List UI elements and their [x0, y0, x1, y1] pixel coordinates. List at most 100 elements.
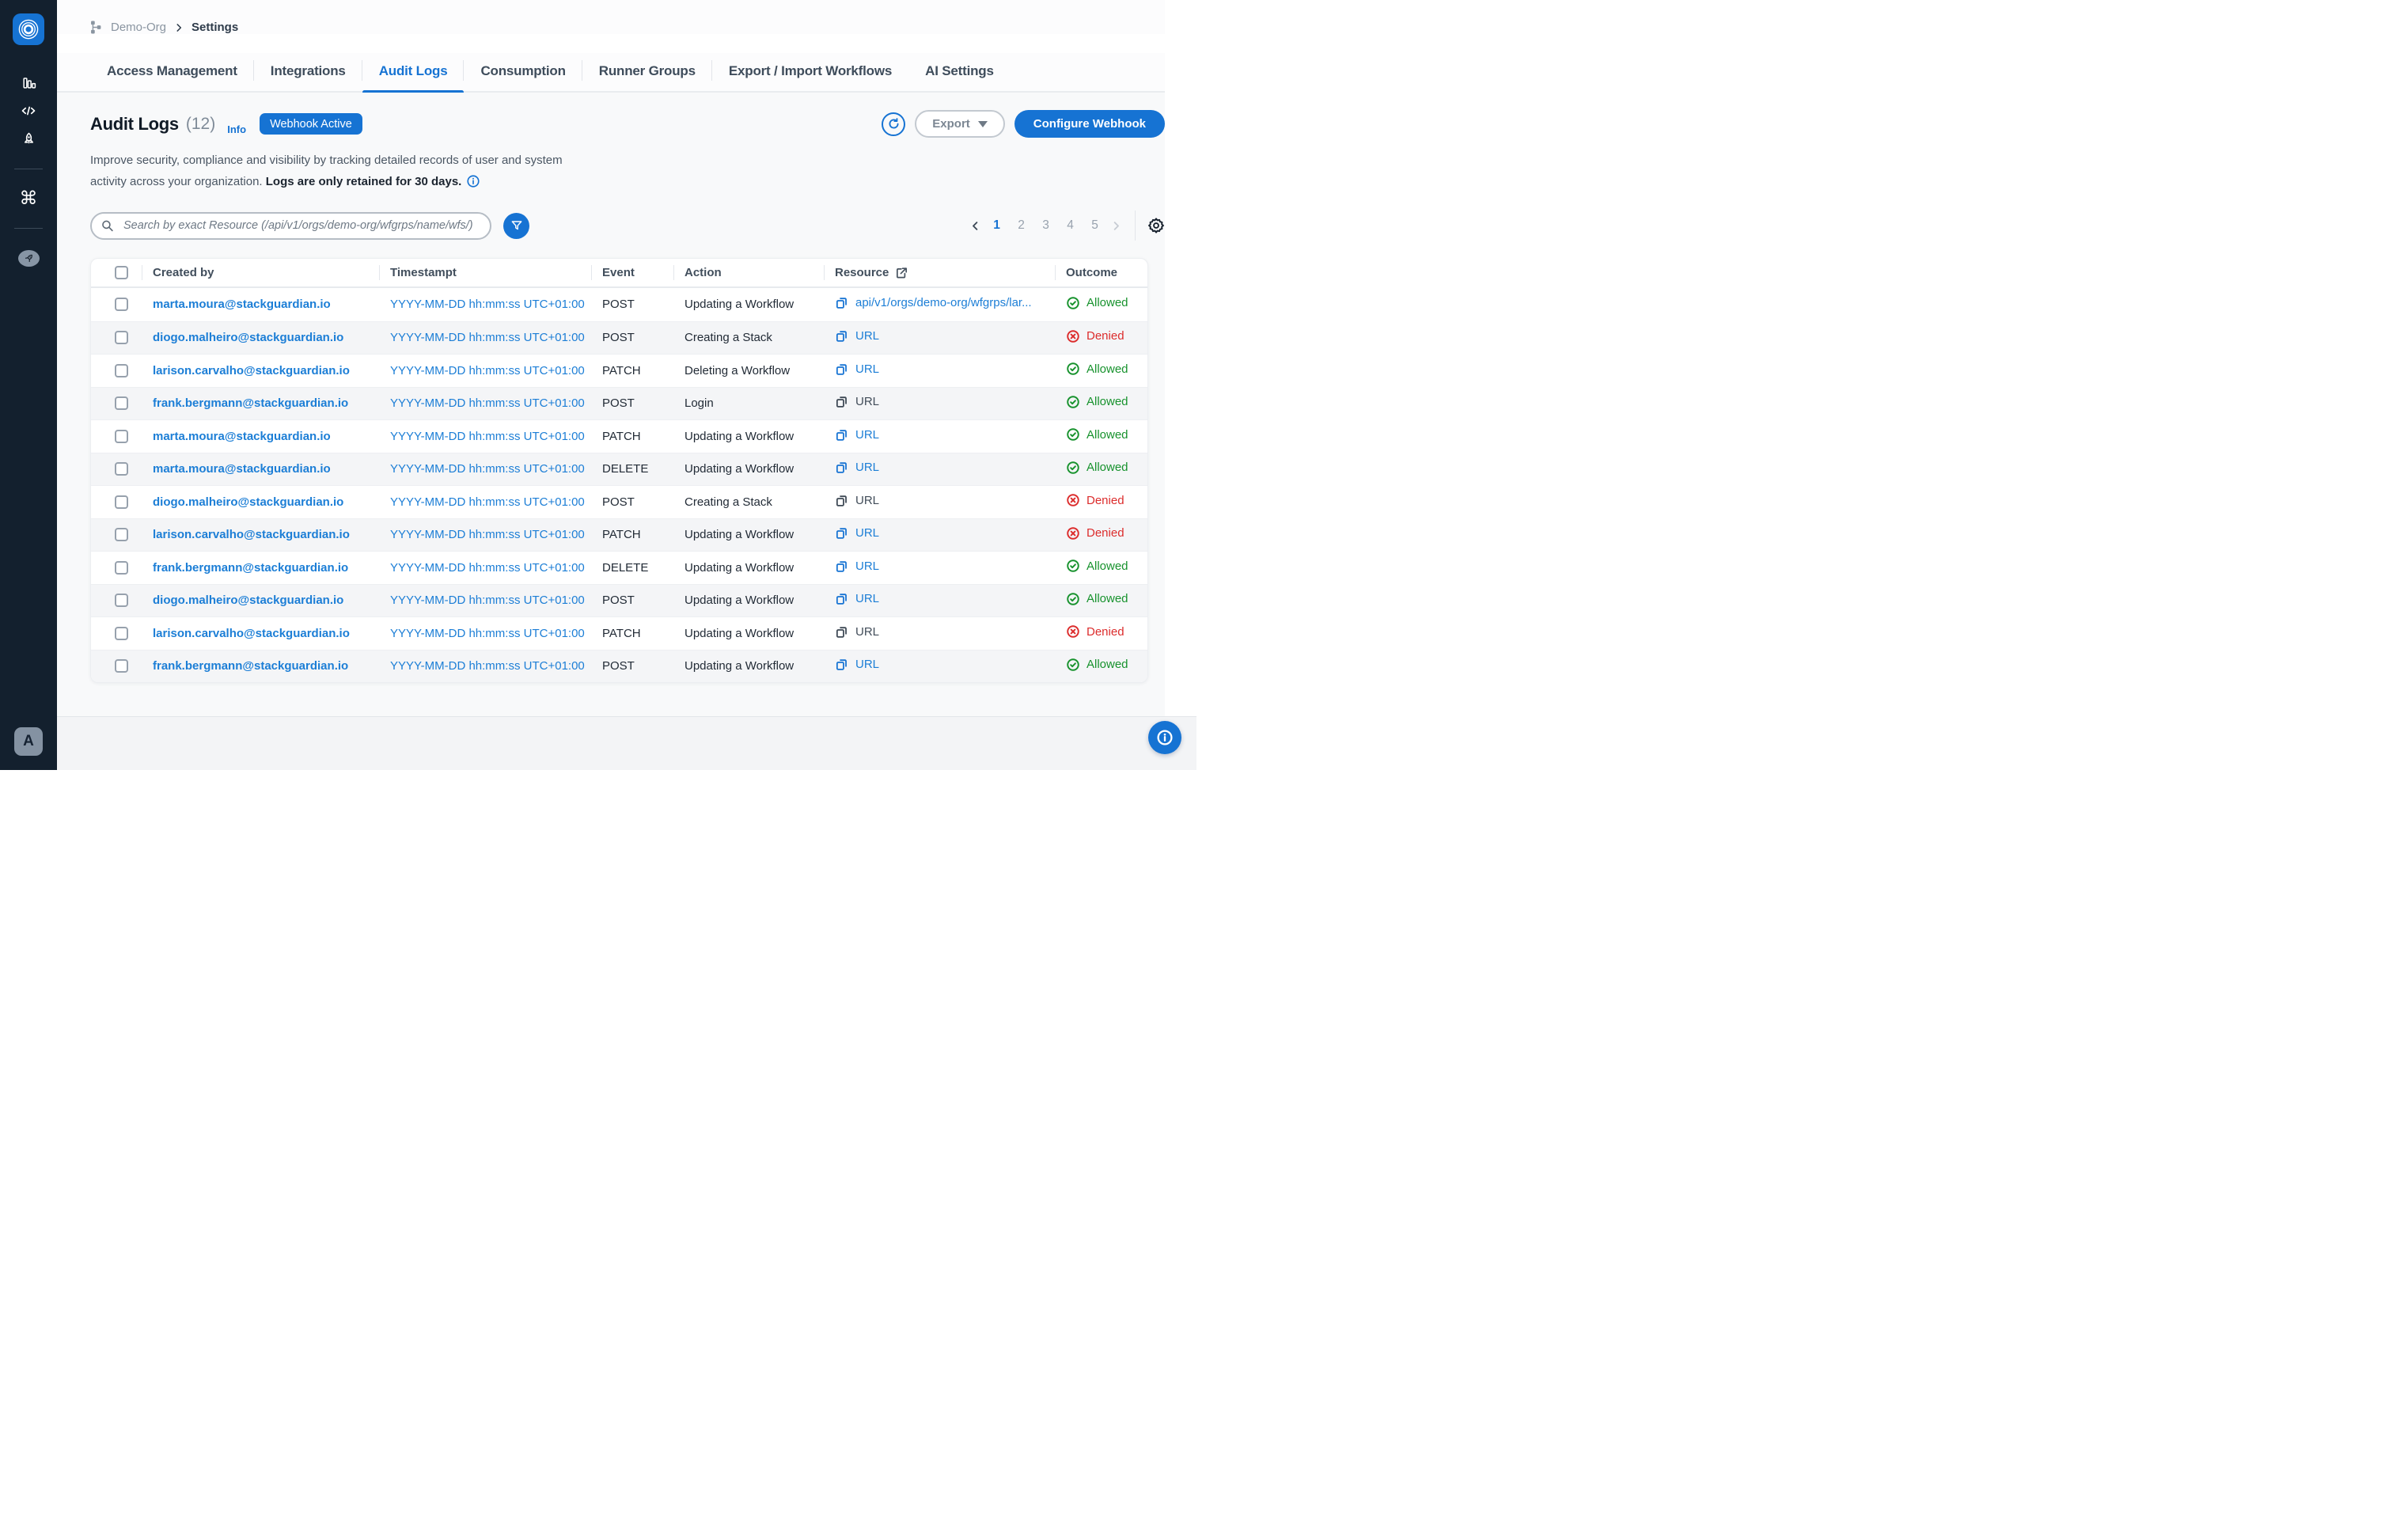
- row-checkbox[interactable]: [115, 659, 128, 673]
- outcome-badge: Allowed: [1066, 427, 1128, 442]
- table-row: marta.moura@stackguardian.io YYYY-MM-DD h…: [91, 288, 1147, 321]
- resource-link[interactable]: URL: [835, 362, 879, 376]
- command-icon[interactable]: ⌘: [14, 187, 43, 211]
- info-circle-icon[interactable]: [466, 174, 480, 195]
- timestamp-value: YYYY-MM-DD hh:mm:ss UTC+01:00: [390, 331, 585, 344]
- row-checkbox[interactable]: [115, 561, 128, 575]
- action-value: Login: [673, 396, 824, 410]
- row-checkbox[interactable]: [115, 298, 128, 311]
- created-by-link[interactable]: diogo.malheiro@stackguardian.io: [153, 331, 343, 344]
- created-by-link[interactable]: frank.bergmann@stackguardian.io: [153, 561, 348, 575]
- page-title: Audit Logs: [90, 114, 179, 135]
- table-row: larison.carvalho@stackguardian.io YYYY-MM…: [91, 616, 1147, 650]
- breadcrumb-page: Settings: [192, 21, 238, 34]
- page-3[interactable]: 3: [1033, 218, 1058, 233]
- tab-ai-settings[interactable]: AI Settings: [908, 53, 1011, 91]
- table-settings-gear-icon[interactable]: [1147, 217, 1165, 234]
- check-circle-icon: [1066, 296, 1080, 310]
- table-row: diogo.malheiro@stackguardian.ioYYYY-MM-D…: [91, 485, 1147, 518]
- resource-link[interactable]: URL: [835, 559, 879, 573]
- rocket-icon[interactable]: [14, 127, 43, 151]
- resource-link[interactable]: URL: [835, 526, 879, 540]
- row-checkbox[interactable]: [115, 528, 128, 541]
- created-by-link[interactable]: marta.moura@stackguardian.io: [153, 462, 331, 476]
- sidebar-divider: [14, 228, 43, 229]
- action-value: Creating a Stack: [673, 495, 824, 509]
- resource-link[interactable]: URL: [835, 592, 879, 605]
- row-checkbox[interactable]: [115, 430, 128, 443]
- app-logo-icon[interactable]: [13, 13, 44, 45]
- external-link-icon[interactable]: [895, 266, 908, 279]
- row-checkbox[interactable]: [115, 495, 128, 509]
- x-circle-icon: [1066, 526, 1080, 541]
- page-5[interactable]: 5: [1083, 218, 1107, 233]
- page-numbers: 12345: [984, 218, 1107, 233]
- user-avatar[interactable]: A: [14, 727, 43, 756]
- row-checkbox[interactable]: [115, 331, 128, 344]
- row-checkbox[interactable]: [115, 364, 128, 377]
- prev-page-button[interactable]: [966, 220, 984, 232]
- x-circle-icon: [1066, 493, 1080, 507]
- filter-button[interactable]: [503, 213, 529, 239]
- resource-link[interactable]: URL: [835, 395, 879, 408]
- tab-consumption[interactable]: Consumption: [464, 53, 582, 91]
- scrollbar-gutter[interactable]: [1165, 0, 1196, 716]
- help-info-fab[interactable]: [1148, 721, 1181, 754]
- timestamp-value: YYYY-MM-DD hh:mm:ss UTC+01:00: [390, 594, 585, 607]
- next-page-button[interactable]: [1107, 220, 1125, 232]
- column-action: Action: [673, 259, 824, 286]
- resource-link[interactable]: URL: [835, 329, 879, 343]
- resource-link[interactable]: api/v1/orgs/demo-org/wfgrps/lar...: [835, 296, 1032, 309]
- code-icon[interactable]: [14, 99, 43, 123]
- page-4[interactable]: 4: [1058, 218, 1083, 233]
- page-2[interactable]: 2: [1009, 218, 1033, 233]
- event-value: POST: [591, 331, 673, 344]
- rocket-badge-icon[interactable]: [14, 246, 43, 270]
- created-by-link[interactable]: frank.bergmann@stackguardian.io: [153, 396, 348, 410]
- timestamp-value: YYYY-MM-DD hh:mm:ss UTC+01:00: [390, 627, 585, 640]
- outcome-badge: Allowed: [1066, 395, 1128, 409]
- export-button[interactable]: Export: [915, 110, 1005, 138]
- tab-access-management[interactable]: Access Management: [90, 53, 254, 91]
- pagination: 12345: [966, 211, 1165, 241]
- configure-webhook-button[interactable]: Configure Webhook: [1014, 110, 1165, 138]
- select-all-checkbox[interactable]: [115, 266, 128, 279]
- org-tree-icon: [90, 21, 104, 34]
- page-1[interactable]: 1: [984, 218, 1009, 233]
- created-by-link[interactable]: larison.carvalho@stackguardian.io: [153, 627, 350, 640]
- created-by-link[interactable]: marta.moura@stackguardian.io: [153, 298, 331, 311]
- tab-integrations[interactable]: Integrations: [254, 53, 362, 91]
- tab-export-import-workflows[interactable]: Export / Import Workflows: [712, 53, 908, 91]
- toolbar-divider: [1135, 211, 1136, 241]
- bar-chart-icon[interactable]: [14, 70, 43, 94]
- resource-link[interactable]: URL: [835, 461, 879, 474]
- resource-link[interactable]: URL: [835, 494, 879, 507]
- created-by-link[interactable]: marta.moura@stackguardian.io: [153, 430, 331, 443]
- refresh-button[interactable]: [882, 112, 905, 136]
- outcome-badge: Allowed: [1066, 461, 1128, 475]
- created-by-link[interactable]: larison.carvalho@stackguardian.io: [153, 528, 350, 541]
- resource-link[interactable]: URL: [835, 625, 879, 639]
- outcome-badge: Denied: [1066, 526, 1124, 541]
- created-by-link[interactable]: diogo.malheiro@stackguardian.io: [153, 495, 343, 509]
- row-checkbox[interactable]: [115, 396, 128, 410]
- tab-runner-groups[interactable]: Runner Groups: [582, 53, 712, 91]
- resource-link[interactable]: URL: [835, 428, 879, 442]
- row-checkbox[interactable]: [115, 594, 128, 607]
- created-by-link[interactable]: larison.carvalho@stackguardian.io: [153, 364, 350, 377]
- action-value: Updating a Workflow: [673, 594, 824, 607]
- timestamp-value: YYYY-MM-DD hh:mm:ss UTC+01:00: [390, 298, 585, 311]
- info-link[interactable]: Info: [227, 123, 246, 138]
- row-checkbox[interactable]: [115, 627, 128, 640]
- action-value: Updating a Workflow: [673, 561, 824, 575]
- resource-link[interactable]: URL: [835, 658, 879, 671]
- search-input[interactable]: [90, 212, 491, 240]
- outcome-badge: Denied: [1066, 493, 1124, 507]
- tab-audit-logs[interactable]: Audit Logs: [362, 53, 465, 91]
- breadcrumb-org[interactable]: Demo-Org: [111, 21, 166, 34]
- created-by-link[interactable]: frank.bergmann@stackguardian.io: [153, 659, 348, 673]
- created-by-link[interactable]: diogo.malheiro@stackguardian.io: [153, 594, 343, 607]
- event-value: POST: [591, 495, 673, 509]
- row-checkbox[interactable]: [115, 462, 128, 476]
- check-circle-icon: [1066, 559, 1080, 573]
